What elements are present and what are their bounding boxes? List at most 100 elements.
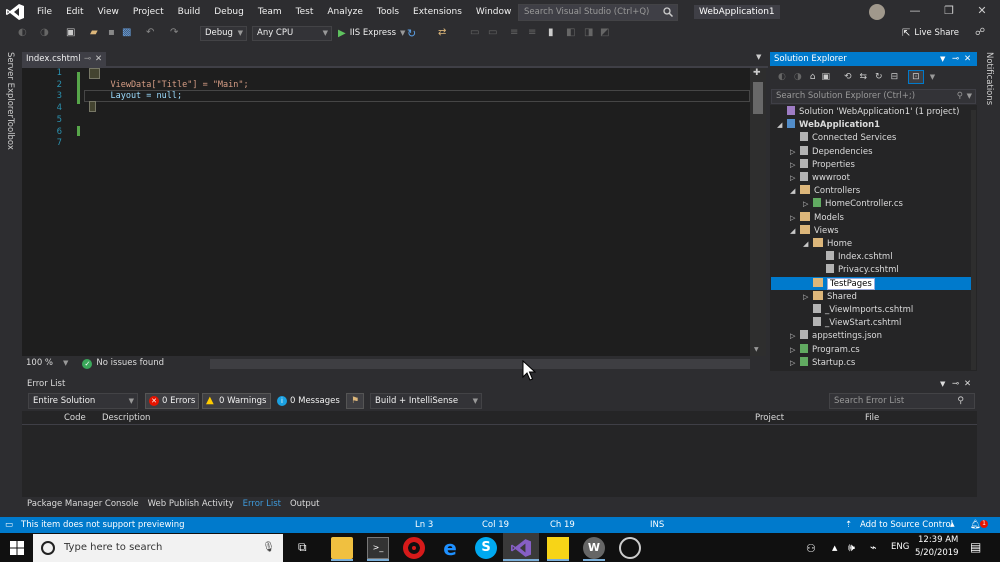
- action-center-icon[interactable]: ▤: [970, 540, 981, 554]
- menu-item-test[interactable]: Test: [289, 0, 321, 24]
- toolbar-icon-b[interactable]: ▭: [488, 27, 500, 39]
- chevron-down-icon[interactable]: ▼: [63, 356, 68, 371]
- tree-item[interactable]: ▷ Startup.cs: [790, 356, 855, 370]
- back-icon[interactable]: ◐: [778, 72, 786, 82]
- scope-dropdown[interactable]: Entire Solution ▼: [28, 393, 138, 409]
- save-icon[interactable]: ▪: [108, 27, 120, 39]
- tree-item[interactable]: ▷ Models: [790, 211, 844, 225]
- taskbar-search-input[interactable]: Type here to search 🎙︎: [33, 534, 283, 562]
- error-search-input[interactable]: Search Error List ⚲: [829, 393, 975, 409]
- clock-date[interactable]: 5/20/2019: [915, 548, 959, 558]
- forward-icon[interactable]: ◑: [40, 27, 52, 39]
- filter-icon[interactable]: ⚑: [346, 393, 364, 409]
- tree-item[interactable]: _ViewImports.cshtml: [803, 304, 913, 317]
- collapsed-arrow-icon[interactable]: ▷: [790, 159, 800, 172]
- expanded-arrow-icon[interactable]: ◢: [790, 185, 800, 198]
- skype-icon[interactable]: S: [475, 537, 497, 559]
- run-button[interactable]: ▶ IIS Express ▼: [338, 26, 405, 41]
- home-icon[interactable]: ⌂: [810, 72, 816, 82]
- column-header-project[interactable]: Project: [755, 411, 784, 425]
- prev-bookmark-icon[interactable]: ◧: [566, 27, 578, 39]
- bottom-tab-web-publish-activity[interactable]: Web Publish Activity: [148, 497, 234, 511]
- menu-item-edit[interactable]: Edit: [59, 0, 90, 24]
- input-language[interactable]: ENG: [891, 542, 909, 552]
- column-header-code[interactable]: Code: [64, 411, 86, 425]
- document-tab-index[interactable]: Index.cshtml ⊸ ✕: [22, 52, 106, 66]
- collapsed-arrow-icon[interactable]: ▷: [790, 344, 800, 357]
- split-icon[interactable]: ✚: [753, 68, 761, 78]
- messages-filter-button[interactable]: i 0 Messages: [273, 393, 344, 409]
- menu-item-team[interactable]: Team: [251, 0, 289, 24]
- tree-item[interactable]: ◢ Home: [803, 238, 852, 251]
- collapsed-arrow-icon[interactable]: ▷: [790, 146, 800, 159]
- redo-icon[interactable]: ↷: [170, 27, 182, 39]
- column-header-file[interactable]: File: [865, 411, 879, 425]
- collapsed-arrow-icon[interactable]: ▷: [803, 198, 813, 211]
- window-menu-icon[interactable]: ▼: [940, 377, 945, 391]
- tree-item[interactable]: ▷ Dependencies: [790, 145, 873, 159]
- collapsed-arrow-icon[interactable]: ▷: [790, 212, 800, 225]
- menu-item-tools[interactable]: Tools: [370, 0, 406, 24]
- restore-icon[interactable]: ❐: [942, 4, 956, 18]
- live-share-button[interactable]: ⇱ Live Share: [902, 26, 959, 41]
- menu-item-analyze[interactable]: Analyze: [320, 0, 369, 24]
- tree-item[interactable]: Index.cshtml: [816, 251, 893, 264]
- tab-toolbox[interactable]: Toolbox: [5, 118, 15, 150]
- collapsed-arrow-icon[interactable]: ▷: [790, 357, 800, 370]
- tree-item[interactable]: Privacy.cshtml: [816, 264, 899, 277]
- bottom-tab-package-manager-console[interactable]: Package Manager Console: [27, 497, 139, 511]
- next-bookmark-icon[interactable]: ◨: [584, 27, 596, 39]
- chevron-down-icon[interactable]: ▼: [967, 90, 972, 103]
- save-all-icon[interactable]: ▩: [122, 27, 134, 39]
- menu-item-file[interactable]: File: [30, 0, 59, 24]
- sync-icon[interactable]: ⇆: [860, 72, 868, 82]
- errors-filter-button[interactable]: ✕ 0 Errors: [145, 393, 200, 409]
- column-header-description[interactable]: Description: [102, 411, 150, 425]
- expanded-arrow-icon[interactable]: ◢: [803, 238, 813, 251]
- platform-dropdown[interactable]: Any CPU ▼: [252, 26, 332, 41]
- close-panel-icon[interactable]: ✕: [964, 52, 971, 66]
- edge-icon[interactable]: e: [439, 537, 461, 559]
- tree-item[interactable]: ▷ Shared: [803, 290, 857, 304]
- solution-config-dropdown[interactable]: Debug ▼: [200, 26, 247, 41]
- tree-item[interactable]: ◢ Controllers: [790, 185, 860, 198]
- comment-icon[interactable]: ≡: [510, 27, 522, 39]
- solution-search-input[interactable]: Search Solution Explorer (Ctrl+;) ⚲ ▼: [771, 89, 976, 104]
- bottom-tab-output[interactable]: Output: [290, 497, 320, 511]
- show-hidden-icons[interactable]: ▲: [832, 544, 837, 552]
- new-project-icon[interactable]: ▣: [66, 27, 78, 39]
- close-icon[interactable]: ✕: [975, 4, 989, 18]
- tree-item-label[interactable]: TestPages: [827, 277, 875, 290]
- switch-views-icon[interactable]: ▣: [821, 72, 830, 82]
- tree-item[interactable]: Solution 'WebApplication1' (1 project): [777, 106, 959, 119]
- menu-item-debug[interactable]: Debug: [207, 0, 251, 24]
- expanded-arrow-icon[interactable]: ◢: [790, 225, 800, 238]
- tree-item[interactable]: Connected Services: [790, 132, 896, 145]
- tree-item[interactable]: TestPages: [803, 277, 875, 291]
- avatar[interactable]: [869, 4, 885, 20]
- tree-item[interactable]: ▷ appsettings.json: [790, 330, 882, 343]
- zoom-level[interactable]: 100 %: [26, 356, 53, 371]
- tree-scrollbar[interactable]: [971, 110, 976, 370]
- menu-item-view[interactable]: View: [91, 0, 126, 24]
- volume-icon[interactable]: 🕪︎: [848, 541, 855, 555]
- windows-start-icon[interactable]: [10, 541, 24, 555]
- tree-item[interactable]: ▷ HomeController.cs: [803, 198, 903, 211]
- scroll-down-icon[interactable]: ▼: [754, 346, 759, 353]
- network-icon[interactable]: ⌁: [870, 541, 877, 554]
- pin-icon[interactable]: ⊸: [952, 377, 959, 391]
- pin-icon[interactable]: ⊸: [84, 52, 91, 66]
- collapse-all-icon[interactable]: ⊟: [891, 72, 899, 82]
- sticky-notes-icon[interactable]: [547, 537, 569, 559]
- open-file-icon[interactable]: ▰: [90, 27, 102, 39]
- tab-server-explorer[interactable]: Server Explorer: [5, 52, 15, 118]
- undo-icon[interactable]: ↶: [146, 27, 158, 39]
- chevron-down-icon[interactable]: ▼: [930, 73, 935, 81]
- collapsed-arrow-icon[interactable]: ▷: [790, 330, 800, 343]
- opera-icon[interactable]: [403, 537, 425, 559]
- refresh-icon[interactable]: ↻: [407, 27, 419, 40]
- people-icon[interactable]: ⚇: [806, 542, 816, 555]
- build-filter-dropdown[interactable]: Build + IntelliSense ▼: [370, 393, 482, 409]
- pending-changes-icon[interactable]: ⟲: [844, 72, 852, 82]
- clear-bookmarks-icon[interactable]: ◩: [600, 27, 612, 39]
